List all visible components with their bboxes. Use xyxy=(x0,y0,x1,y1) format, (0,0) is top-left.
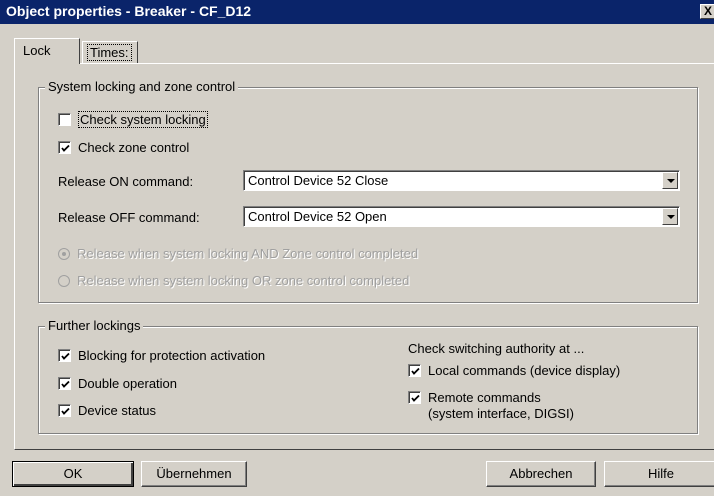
authority-title: Check switching authority at ... xyxy=(408,341,585,356)
remote-commands-sublabel: (system interface, DIGSI) xyxy=(428,406,574,421)
chevron-down-icon xyxy=(667,215,675,219)
checkbox-box[interactable] xyxy=(408,391,421,404)
chevron-down-icon xyxy=(667,179,675,183)
blocking-checkbox[interactable]: Blocking for protection activation xyxy=(58,348,265,363)
radio-release-or-label: Release when system locking OR zone cont… xyxy=(77,273,410,288)
check-icon xyxy=(61,352,70,360)
properties-dialog: Object properties - Breaker - CF_D12 X L… xyxy=(0,0,714,496)
local-commands-label: Local commands (device display) xyxy=(428,363,621,378)
check-icon xyxy=(61,380,70,388)
device-status-label: Device status xyxy=(78,403,157,418)
release-on-label: Release ON command: xyxy=(58,174,194,189)
checkbox-box[interactable] xyxy=(408,364,421,377)
tab-times[interactable]: Times: xyxy=(82,41,138,64)
tab-lock-label: Lock xyxy=(23,43,51,58)
radio-release-and-label: Release when system locking AND Zone con… xyxy=(77,246,419,261)
cancel-button[interactable]: Abbrechen xyxy=(486,461,596,487)
apply-button[interactable]: Übernehmen xyxy=(141,461,247,487)
further-lockings-group-title: Further lockings xyxy=(45,318,144,333)
close-icon[interactable]: X xyxy=(700,4,714,19)
radio-circle[interactable] xyxy=(58,247,70,260)
checkbox-box[interactable] xyxy=(58,113,71,126)
check-system-locking-label: Check system locking xyxy=(78,111,208,128)
blocking-label: Blocking for protection activation xyxy=(78,348,266,363)
local-commands-checkbox[interactable]: Local commands (device display) xyxy=(408,363,620,378)
release-on-select[interactable]: Control Device 52 Close xyxy=(243,170,680,191)
check-icon xyxy=(61,407,70,415)
device-status-checkbox[interactable]: Device status xyxy=(58,403,156,418)
release-off-select[interactable]: Control Device 52 Open xyxy=(243,206,680,227)
checkbox-box[interactable] xyxy=(58,404,71,417)
radio-release-and[interactable]: Release when system locking AND Zone con… xyxy=(58,246,418,261)
radio-release-or[interactable]: Release when system locking OR zone cont… xyxy=(58,273,409,288)
check-icon xyxy=(61,144,70,152)
release-on-value: Control Device 52 Close xyxy=(248,173,389,188)
radio-dot xyxy=(62,251,66,256)
remote-commands-label: Remote commands xyxy=(428,390,541,405)
tab-lock[interactable]: Lock xyxy=(14,38,80,64)
checkbox-box[interactable] xyxy=(58,349,71,362)
double-operation-label: Double operation xyxy=(78,376,178,391)
checkbox-box[interactable] xyxy=(58,377,71,390)
check-icon xyxy=(411,394,420,402)
double-operation-checkbox[interactable]: Double operation xyxy=(58,376,177,391)
tab-times-label: Times: xyxy=(87,44,132,61)
dropdown-button[interactable] xyxy=(662,172,678,189)
remote-commands-checkbox[interactable]: Remote commands xyxy=(408,390,541,405)
check-system-locking-checkbox[interactable]: Check system locking xyxy=(58,111,208,128)
dropdown-button[interactable] xyxy=(662,208,678,225)
check-zone-control-label: Check zone control xyxy=(78,140,190,155)
check-icon xyxy=(411,367,420,375)
release-off-label: Release OFF command: xyxy=(58,210,200,225)
radio-circle[interactable] xyxy=(58,274,70,287)
system-locking-group-title: System locking and zone control xyxy=(45,79,239,94)
ok-button[interactable]: OK xyxy=(12,461,134,487)
release-off-value: Control Device 52 Open xyxy=(248,209,387,224)
title-bar[interactable]: Object properties - Breaker - CF_D12 X xyxy=(0,0,714,24)
window-title: Object properties - Breaker - CF_D12 xyxy=(6,3,252,19)
help-button[interactable]: Hilfe xyxy=(604,461,714,487)
check-zone-control-checkbox[interactable]: Check zone control xyxy=(58,140,189,155)
checkbox-box[interactable] xyxy=(58,141,71,154)
